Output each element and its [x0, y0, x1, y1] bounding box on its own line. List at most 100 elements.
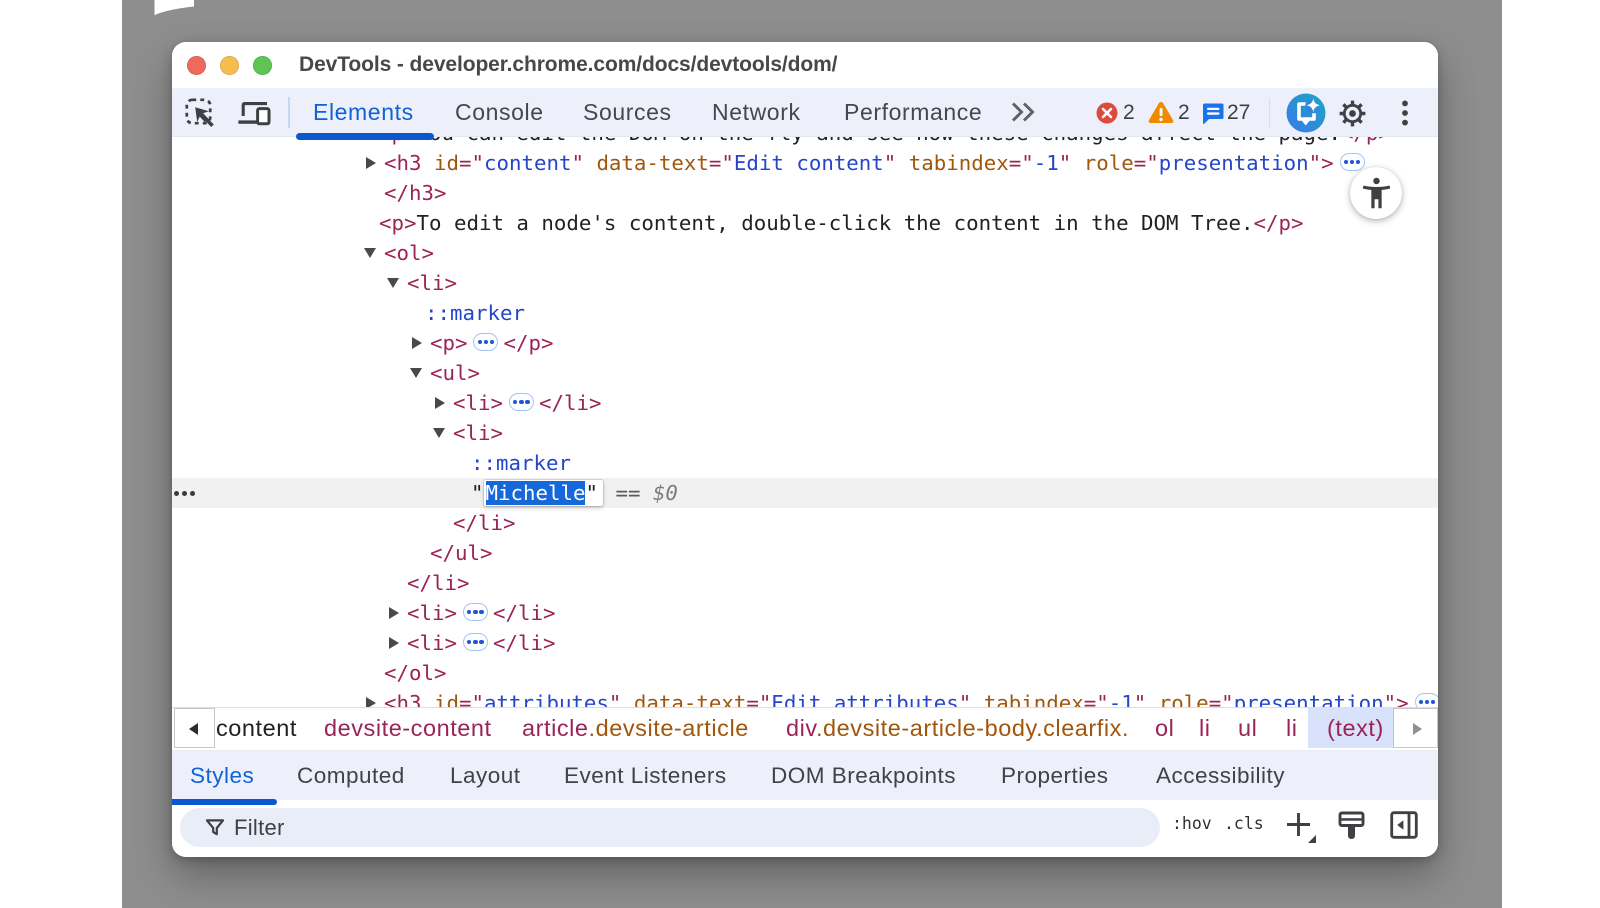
minimize-window-button[interactable] — [220, 56, 239, 75]
syntax-segment: =" — [1009, 151, 1034, 175]
tab-layout[interactable]: Layout — [450, 751, 521, 800]
tab-sources[interactable]: Sources — [583, 88, 672, 136]
breadcrumb-li[interactable]: li — [1199, 708, 1211, 748]
dom-tree-row[interactable]: ::marker — [172, 298, 1438, 328]
collapsed-children-ellipsis-badge[interactable] — [473, 333, 498, 351]
dom-tree-row[interactable]: <h3 id="content" data-text="Edit content… — [172, 148, 1438, 178]
maximize-window-button[interactable] — [253, 56, 272, 75]
dom-tree-row[interactable]: <p></p> — [172, 328, 1438, 358]
tab-dom-breakpoints[interactable]: DOM Breakpoints — [771, 751, 956, 800]
dom-node-text: </h3> — [384, 178, 446, 208]
filter-input[interactable]: Filter — [180, 808, 1160, 847]
expand-arrow-icon[interactable] — [366, 697, 376, 708]
expand-arrow-icon[interactable] — [389, 607, 399, 619]
dom-tree-row[interactable]: <li></li> — [172, 598, 1438, 628]
dom-node-text: <h3 id="content" data-text="Edit content… — [384, 148, 1370, 178]
close-window-button[interactable] — [187, 56, 206, 75]
breadcrumb-scroll-right-button[interactable] — [1393, 708, 1438, 748]
tab-event-listeners[interactable]: Event Listeners — [564, 751, 727, 800]
toggle-device-toolbar-icon[interactable] — [236, 101, 272, 127]
toggle-element-state-button[interactable]: :hov — [1172, 800, 1212, 847]
collapsed-children-ellipsis-badge[interactable] — [463, 633, 488, 651]
dom-tree-row[interactable]: </li> — [172, 568, 1438, 598]
breadcrumb-scroll-left-button[interactable] — [174, 708, 215, 748]
tab-console[interactable]: Console — [455, 88, 544, 136]
inspect-element-icon[interactable] — [185, 98, 216, 129]
dock-sidebar-icon[interactable] — [1390, 811, 1418, 839]
breadcrumb-devsite-content[interactable]: devsite-content — [324, 708, 492, 748]
dom-node-text: <li> </li> — [407, 628, 555, 658]
syntax-segment: =" — [1209, 691, 1234, 707]
expand-arrow-icon[interactable] — [389, 637, 399, 649]
issues-count-icon[interactable] — [1201, 102, 1224, 125]
dom-node-text: <h3 id="attributes" data-text="Edit attr… — [384, 688, 1438, 707]
dom-tree-row[interactable]: ::marker — [172, 448, 1438, 478]
tab-styles[interactable]: Styles — [190, 751, 254, 800]
breadcrumb-ol[interactable]: ol — [1155, 708, 1174, 748]
syntax-segment: <h3 — [384, 151, 434, 175]
breadcrumb-ul[interactable]: ul — [1238, 708, 1257, 748]
dom-tree-row[interactable]: </h3> — [172, 178, 1438, 208]
text-quote: " — [585, 481, 598, 505]
dom-node-text: <p></p> — [430, 328, 553, 358]
breadcrumb-li-2[interactable]: li — [1286, 708, 1298, 748]
rendering-brush-icon[interactable] — [1338, 811, 1365, 841]
warning-count-icon[interactable] — [1148, 101, 1174, 124]
dom-tree-row[interactable]: <ol> — [172, 238, 1438, 268]
syntax-segment: id — [434, 691, 459, 707]
kebab-menu-icon[interactable] — [1401, 100, 1409, 126]
crumb-part: .devsite-article-body.clearfix. — [816, 715, 1129, 741]
dom-tree-row[interactable]: <li> — [172, 418, 1438, 448]
dom-tree-row[interactable]: </li> — [172, 508, 1438, 538]
expand-arrow-icon[interactable] — [366, 157, 376, 169]
dom-tree-row[interactable]: <li> </li> — [172, 628, 1438, 658]
tab-elements[interactable]: Elements — [313, 88, 414, 136]
tab-performance[interactable]: Performance — [844, 88, 982, 136]
active-tab-indicator — [296, 133, 434, 140]
dom-tree-row[interactable]: </ol> — [172, 658, 1438, 688]
more-tabs-icon[interactable] — [1010, 101, 1038, 123]
breadcrumb-content[interactable]: content — [216, 708, 297, 748]
syntax-segment: " — [959, 691, 984, 707]
title-bar: DevTools - developer.chrome.com/docs/dev… — [172, 42, 1438, 88]
collapsed-children-ellipsis-badge[interactable] — [463, 603, 488, 621]
syntax-segment: $0 — [653, 481, 678, 505]
collapsed-children-ellipsis-badge[interactable] — [509, 393, 534, 411]
dom-tree-row[interactable]: <li> — [172, 268, 1438, 298]
syntax-segment: <li> — [407, 631, 457, 655]
ai-assistance-button[interactable] — [1286, 93, 1326, 133]
collapse-arrow-icon[interactable] — [433, 428, 445, 438]
collapse-arrow-icon[interactable] — [364, 248, 376, 258]
breadcrumb-article[interactable]: article.devsite-article — [522, 708, 749, 748]
dom-tree-row-selected[interactable]: "Michelle" == $0 — [172, 478, 1438, 508]
element-classes-button[interactable]: .cls — [1224, 800, 1264, 847]
new-style-rule-button[interactable] — [1285, 811, 1319, 845]
error-count-icon[interactable] — [1096, 102, 1118, 124]
collapse-arrow-icon[interactable] — [387, 278, 399, 288]
dom-tree-row[interactable]: <p>To edit a node's content, double-clic… — [172, 208, 1438, 238]
settings-gear-icon[interactable] — [1338, 99, 1367, 128]
inline-text-editor[interactable]: Michelle" — [484, 480, 603, 506]
syntax-segment: <li> — [453, 391, 503, 415]
breadcrumb-text-node[interactable]: (text) — [1327, 708, 1384, 748]
dom-tree-row[interactable]: <h3 id="attributes" data-text="Edit attr… — [172, 688, 1438, 707]
breadcrumb-div[interactable]: div.devsite-article-body.clearfix. — [786, 708, 1129, 748]
collapsed-children-ellipsis-badge[interactable] — [1340, 153, 1365, 171]
collapsed-children-ellipsis-badge[interactable] — [1415, 693, 1438, 707]
syntax-segment: </li> — [493, 631, 555, 655]
dom-tree-row[interactable]: <ul> — [172, 358, 1438, 388]
dom-tree-row[interactable]: <li></li> — [172, 388, 1438, 418]
tab-accessibility[interactable]: Accessibility — [1156, 751, 1285, 800]
syntax-segment: -1 — [1109, 691, 1134, 707]
collapse-arrow-icon[interactable] — [410, 368, 422, 378]
dom-tree-row[interactable]: </ul> — [172, 538, 1438, 568]
accessibility-person-button[interactable] — [1350, 167, 1402, 219]
tab-computed[interactable]: Computed — [297, 751, 405, 800]
tab-properties[interactable]: Properties — [1001, 751, 1109, 800]
warning-count: 2 — [1178, 88, 1190, 137]
expand-arrow-icon[interactable] — [435, 397, 445, 409]
tab-network[interactable]: Network — [712, 88, 801, 136]
crumb-part: devsite-content — [324, 715, 492, 741]
chevron-right-icon — [1413, 723, 1422, 735]
expand-arrow-icon[interactable] — [412, 337, 422, 349]
